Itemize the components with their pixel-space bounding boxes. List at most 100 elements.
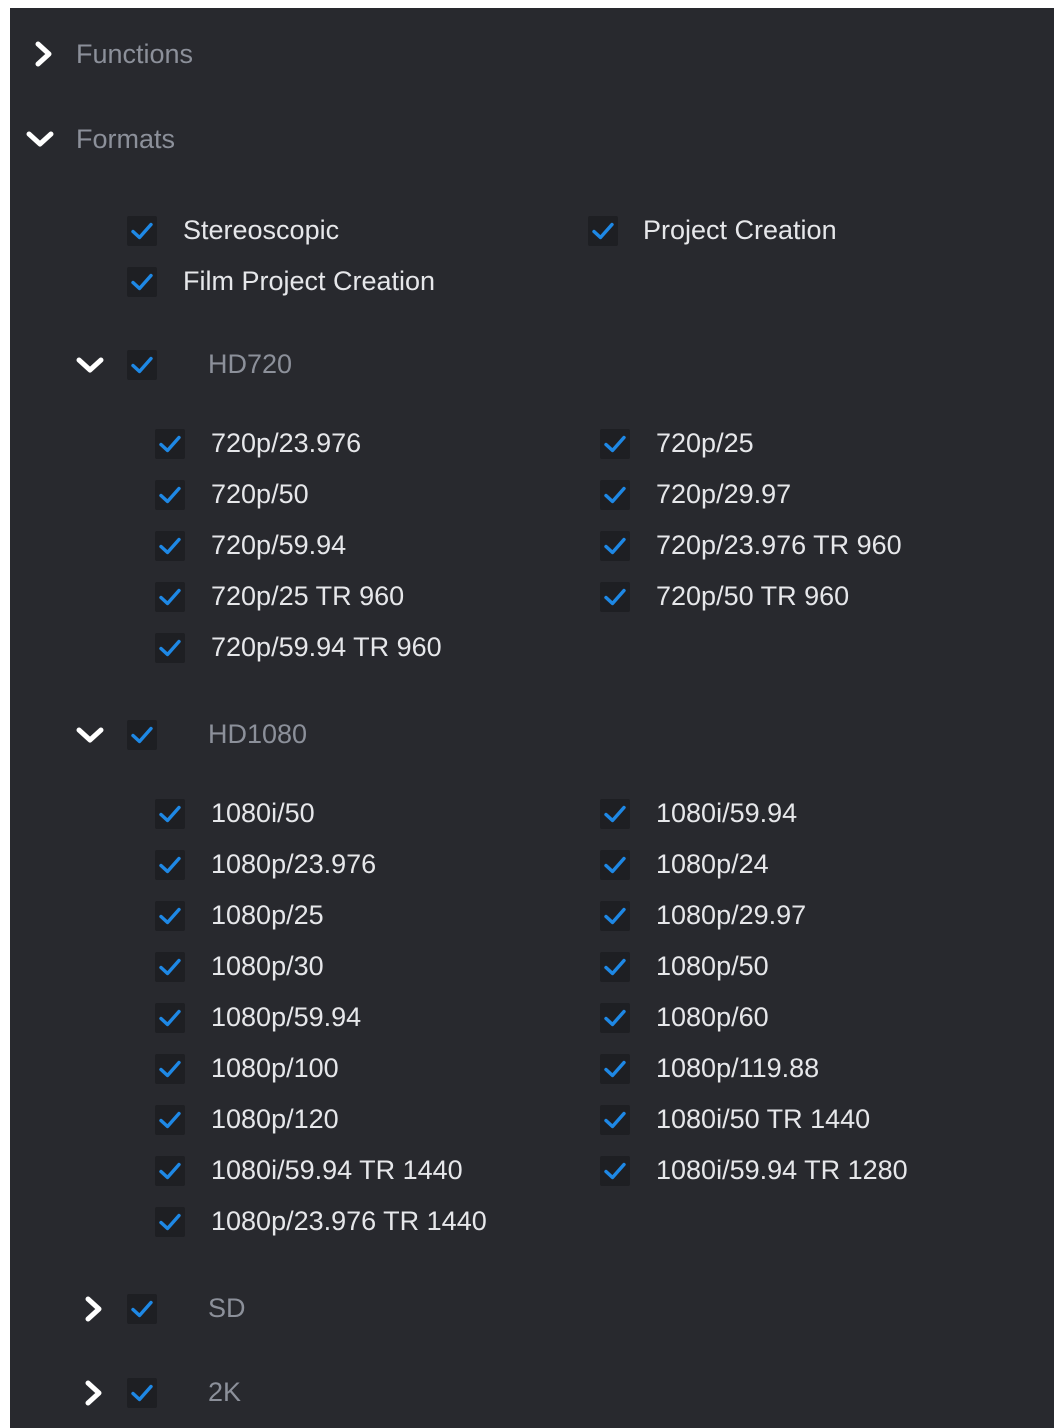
checkmark-icon [604, 486, 626, 504]
format-label: 720p/59.94 [211, 530, 347, 560]
format-label: 1080p/50 [656, 951, 769, 981]
checkmark-icon [159, 907, 181, 925]
checkmark-icon [159, 1111, 181, 1129]
checkmark-icon [159, 486, 181, 504]
section-functions[interactable]: Functions [24, 34, 193, 74]
checkmark-icon [131, 356, 153, 374]
format-checkbox[interactable] [155, 799, 185, 829]
group-label-hd1080: HD1080 [208, 719, 308, 749]
chevron-down-icon[interactable] [70, 715, 110, 755]
checkmark-icon [159, 435, 181, 453]
checkmark-icon [604, 856, 626, 874]
section-formats-label: Formats [76, 123, 176, 154]
group-label-hd720: HD720 [208, 349, 293, 379]
format-label: 1080p/119.88 [656, 1053, 820, 1083]
checkmark-icon [159, 1009, 181, 1027]
checkmark-icon [159, 1060, 181, 1078]
group-checkbox-2k[interactable] [127, 1378, 157, 1408]
chevron-right-icon[interactable] [74, 1373, 114, 1413]
format-checkbox[interactable] [155, 850, 185, 880]
checkmark-icon [159, 588, 181, 606]
option-label-film-project-creation: Film Project Creation [183, 266, 436, 296]
format-label: 1080p/23.976 TR 1440 [211, 1206, 487, 1236]
format-checkbox[interactable] [155, 1105, 185, 1135]
format-checkbox[interactable] [600, 1003, 630, 1033]
format-label: 720p/25 [656, 428, 754, 458]
settings-panel: Functions Formats Stereoscopic Project C… [10, 8, 1054, 1428]
format-checkbox[interactable] [600, 1105, 630, 1135]
format-label: 1080p/23.976 [211, 849, 377, 879]
chevron-down-icon[interactable] [70, 345, 110, 385]
format-label: 720p/59.94 TR 960 [211, 632, 442, 662]
checkmark-icon [604, 958, 626, 976]
format-checkbox[interactable] [600, 1054, 630, 1084]
chevron-down-icon[interactable] [20, 119, 60, 159]
format-checkbox[interactable] [155, 531, 185, 561]
format-label: 1080i/59.94 TR 1440 [211, 1155, 463, 1185]
format-checkbox[interactable] [155, 1003, 185, 1033]
format-checkbox[interactable] [600, 480, 630, 510]
format-label: 720p/50 [211, 479, 309, 509]
chevron-right-icon[interactable] [74, 1289, 114, 1329]
group-label-sd: SD [208, 1293, 246, 1323]
format-label: 720p/29.97 [656, 479, 792, 509]
checkmark-icon [131, 1300, 153, 1318]
checkmark-icon [131, 273, 153, 291]
format-checkbox[interactable] [155, 1207, 185, 1237]
format-checkbox[interactable] [155, 429, 185, 459]
checkmark-icon [159, 1213, 181, 1231]
format-checkbox[interactable] [600, 531, 630, 561]
format-label: 1080i/59.94 TR 1280 [656, 1155, 908, 1185]
format-checkbox[interactable] [155, 901, 185, 931]
checkbox-stereoscopic[interactable] [127, 216, 157, 246]
format-checkbox[interactable] [155, 582, 185, 612]
format-checkbox[interactable] [155, 952, 185, 982]
format-checkbox[interactable] [155, 633, 185, 663]
format-checkbox[interactable] [600, 799, 630, 829]
format-label: 1080p/25 [211, 900, 324, 930]
checkmark-icon [159, 958, 181, 976]
format-label: 1080p/59.94 [211, 1002, 362, 1032]
format-checkbox[interactable] [600, 952, 630, 982]
option-label-project-creation: Project Creation [643, 215, 837, 245]
section-formats[interactable]: Formats [20, 119, 175, 159]
format-label: 1080p/24 [656, 849, 769, 879]
format-label: 720p/23.976 TR 960 [656, 530, 902, 560]
checkmark-icon [604, 537, 626, 555]
format-checkbox[interactable] [600, 1156, 630, 1186]
checkmark-icon [604, 1162, 626, 1180]
format-checkbox[interactable] [155, 1054, 185, 1084]
format-checkbox[interactable] [600, 582, 630, 612]
checkmark-icon [159, 856, 181, 874]
format-label: 1080p/60 [656, 1002, 769, 1032]
checkmark-icon [159, 1162, 181, 1180]
chevron-right-icon[interactable] [24, 34, 64, 74]
checkmark-icon [604, 435, 626, 453]
format-label: 1080p/29.97 [656, 900, 807, 930]
option-label-stereoscopic: Stereoscopic [183, 215, 340, 245]
checkmark-icon [159, 537, 181, 555]
checkmark-icon [131, 222, 153, 240]
format-label: 720p/23.976 [211, 428, 362, 458]
group-checkbox-sd[interactable] [127, 1294, 157, 1324]
checkbox-project-creation[interactable] [588, 216, 618, 246]
format-label: 1080p/120 [211, 1104, 339, 1134]
format-label: 1080i/59.94 [656, 798, 798, 828]
checkbox-film-project-creation[interactable] [127, 267, 157, 297]
checkmark-icon [604, 907, 626, 925]
format-label: 720p/25 TR 960 [211, 581, 405, 611]
format-checkbox[interactable] [600, 850, 630, 880]
format-checkbox[interactable] [600, 429, 630, 459]
format-checkbox[interactable] [155, 480, 185, 510]
format-label: 720p/50 TR 960 [656, 581, 850, 611]
format-label: 1080p/30 [211, 951, 324, 981]
checkmark-icon [592, 222, 614, 240]
section-functions-label: Functions [76, 38, 194, 69]
format-checkbox[interactable] [600, 901, 630, 931]
format-checkbox[interactable] [155, 1156, 185, 1186]
checkmark-icon [159, 805, 181, 823]
checkmark-icon [159, 639, 181, 657]
group-checkbox-hd720[interactable] [127, 350, 157, 380]
group-checkbox-hd1080[interactable] [127, 720, 157, 750]
group-label-2k: 2K [208, 1377, 242, 1407]
